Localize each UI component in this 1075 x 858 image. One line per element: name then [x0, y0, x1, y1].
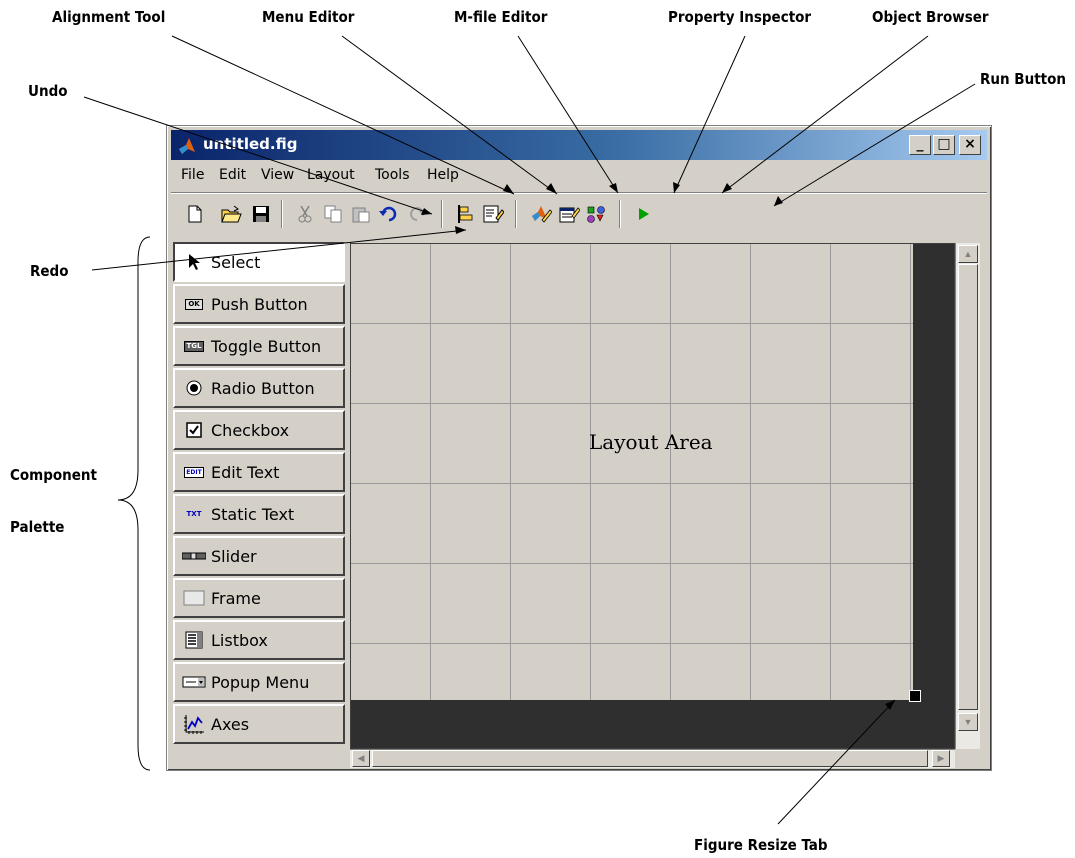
menu-separator: [171, 192, 987, 194]
palette-label: Static Text: [211, 504, 295, 524]
palette-popup-menu[interactable]: Popup Menu: [173, 662, 345, 702]
palette-toggle-button[interactable]: TGL Toggle Button: [173, 326, 345, 366]
vertical-scroll-thumb[interactable]: [958, 264, 978, 710]
palette-label: Frame: [211, 588, 261, 608]
palette-slider[interactable]: Slider: [173, 536, 345, 576]
undo-icon[interactable]: [377, 202, 401, 226]
layout-area-label: Layout Area: [589, 430, 713, 454]
popup-menu-icon: [181, 672, 207, 692]
palette-label: Checkbox: [211, 420, 290, 440]
axes-icon: [181, 714, 207, 734]
palette-label: Push Button: [211, 294, 308, 314]
scroll-left-arrow-icon[interactable]: ◀: [352, 750, 370, 767]
toolbar-separator: [441, 200, 443, 228]
callout-alignment-tool: Alignment Tool: [52, 8, 166, 26]
toggle-button-icon: TGL: [181, 336, 207, 356]
palette-label: Select: [211, 252, 261, 272]
palette-label: Slider: [211, 546, 257, 566]
redo-icon[interactable]: [405, 202, 429, 226]
scroll-right-arrow-icon[interactable]: ▶: [932, 750, 950, 767]
horizontal-scrollbar[interactable]: ◀ ▶: [350, 749, 955, 768]
save-icon[interactable]: [249, 202, 273, 226]
palette-label: Toggle Button: [211, 336, 322, 356]
layout-grid[interactable]: Layout Area: [351, 244, 913, 700]
toolbar-separator: [281, 200, 283, 228]
component-palette: Select OK Push Button TGL Toggle Button …: [171, 238, 349, 766]
palette-label: Radio Button: [211, 378, 315, 398]
callout-component-line2: Palette: [10, 518, 65, 536]
mfile-editor-icon[interactable]: [529, 202, 553, 226]
paste-icon[interactable]: [349, 202, 373, 226]
callout-redo: Redo: [30, 262, 69, 280]
horizontal-scroll-thumb[interactable]: [372, 750, 928, 767]
palette-label: Popup Menu: [211, 672, 310, 692]
property-inspector-icon[interactable]: [557, 202, 581, 226]
push-button-icon: OK: [181, 294, 207, 314]
palette-checkbox[interactable]: Checkbox: [173, 410, 345, 450]
minimize-button[interactable]: _: [909, 135, 931, 155]
toolbar: [171, 196, 987, 232]
callout-mfile-editor: M-file Editor: [454, 8, 548, 26]
callout-undo: Undo: [28, 82, 68, 100]
close-button[interactable]: ×: [959, 135, 981, 155]
guide-window: untitled.fig _ □ × File Edit View Layout…: [166, 125, 992, 771]
copy-icon[interactable]: [321, 202, 345, 226]
palette-static-text[interactable]: TXT Static Text: [173, 494, 345, 534]
menu-file[interactable]: File: [181, 167, 204, 183]
palette-brace: [117, 236, 151, 771]
arrow-cursor-icon: [181, 252, 207, 272]
menu-bar: File Edit View Layout Tools Help: [171, 162, 987, 186]
callout-run-button: Run Button: [980, 70, 1066, 88]
open-icon[interactable]: [219, 202, 243, 226]
vertical-scrollbar[interactable]: ▲ ▼: [955, 243, 980, 749]
palette-axes[interactable]: Axes: [173, 704, 345, 744]
layout-area[interactable]: Layout Area: [350, 243, 955, 749]
figure-resize-tab[interactable]: [909, 690, 921, 702]
menu-edit[interactable]: Edit: [219, 167, 246, 183]
cut-icon[interactable]: [293, 202, 317, 226]
object-browser-icon[interactable]: [585, 202, 609, 226]
palette-edit-text[interactable]: EDIT Edit Text: [173, 452, 345, 492]
palette-push-button[interactable]: OK Push Button: [173, 284, 345, 324]
menu-editor-icon[interactable]: [481, 202, 505, 226]
palette-frame[interactable]: Frame: [173, 578, 345, 618]
palette-select[interactable]: Select: [173, 242, 345, 282]
menu-help[interactable]: Help: [427, 167, 459, 183]
menu-tools[interactable]: Tools: [375, 167, 410, 183]
callout-menu-editor: Menu Editor: [262, 8, 355, 26]
frame-icon: [181, 588, 207, 608]
toolbar-separator: [515, 200, 517, 228]
callout-object-browser: Object Browser: [872, 8, 989, 26]
callout-figure-resize-tab: Figure Resize Tab: [694, 836, 828, 854]
window-title: untitled.fig: [203, 135, 298, 153]
listbox-icon: [181, 630, 207, 650]
toolbar-separator: [619, 200, 621, 228]
checkbox-icon: [181, 420, 207, 440]
run-icon[interactable]: [631, 202, 655, 226]
title-bar[interactable]: untitled.fig _ □ ×: [171, 130, 987, 160]
static-text-icon: TXT: [186, 509, 202, 518]
callout-property-inspector: Property Inspector: [668, 8, 812, 26]
palette-listbox[interactable]: Listbox: [173, 620, 345, 660]
palette-label: Edit Text: [211, 462, 280, 482]
palette-label: Listbox: [211, 630, 268, 650]
menu-layout[interactable]: Layout: [307, 167, 355, 183]
alignment-tool-icon[interactable]: [453, 202, 477, 226]
radio-button-icon: [181, 378, 207, 398]
slider-icon: [181, 546, 207, 566]
maximize-button[interactable]: □: [933, 135, 955, 155]
palette-radio-button[interactable]: Radio Button: [173, 368, 345, 408]
scroll-up-arrow-icon[interactable]: ▲: [958, 245, 978, 263]
palette-label: Axes: [211, 714, 250, 734]
edit-text-icon: EDIT: [184, 466, 204, 478]
new-icon[interactable]: [183, 202, 207, 226]
scroll-down-arrow-icon[interactable]: ▼: [958, 713, 978, 731]
callout-component-line1: Component: [10, 466, 97, 484]
menu-view[interactable]: View: [261, 167, 294, 183]
matlab-logo-icon: [179, 138, 195, 154]
